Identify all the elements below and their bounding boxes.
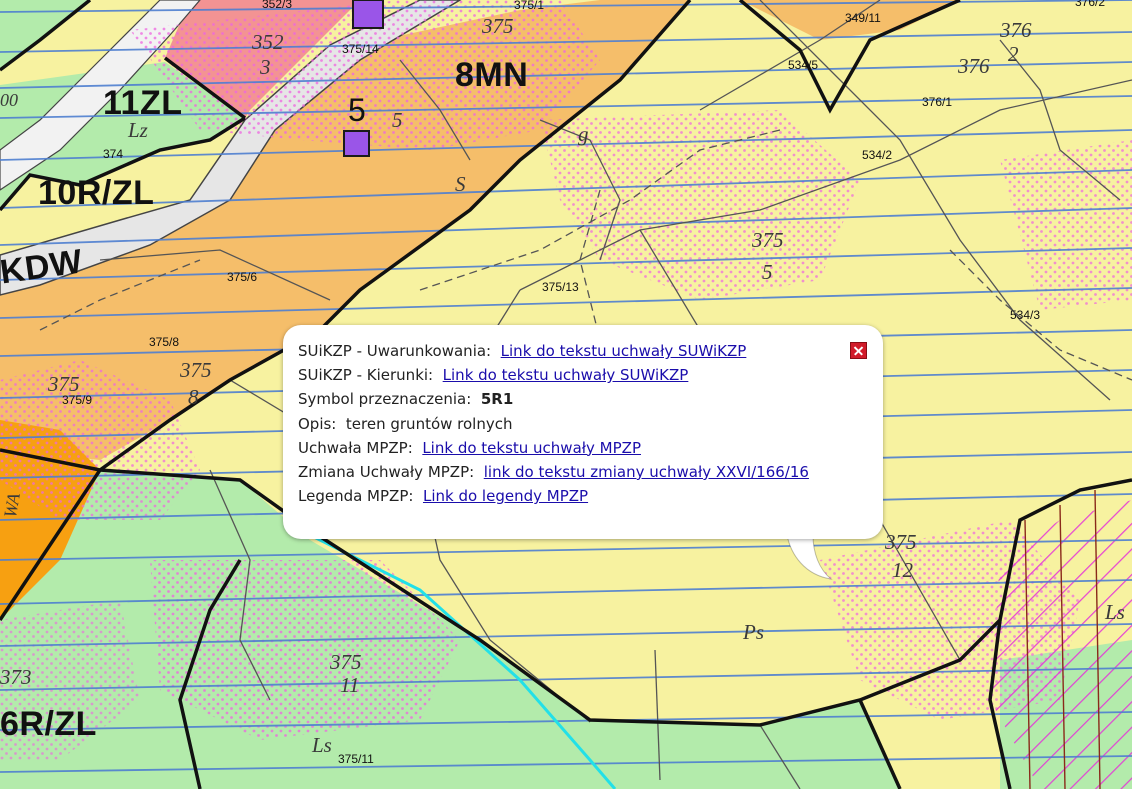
marker-square — [343, 130, 370, 157]
hand-ls-right: Ls — [1105, 600, 1125, 624]
hand-5-b: 5 — [762, 260, 773, 284]
row-label: SUiKZP - Kierunki: — [298, 366, 434, 385]
hand-375-12: 375 — [885, 530, 917, 554]
parcel-375-8: 375/8 — [149, 335, 180, 349]
parcel-375-13: 375/13 — [542, 280, 579, 294]
link-legenda[interactable]: Link do legendy MPZP — [423, 487, 588, 505]
row-uwarunkowania: SUiKZP - Uwarunkowania: Link do tekstu u… — [298, 339, 867, 363]
hand-2: 2 — [1008, 42, 1019, 66]
row-uchwala-mpzp: Uchwała MPZP: Link do tekstu uchwały MPZ… — [298, 436, 867, 460]
marker-square-top — [352, 0, 384, 29]
hand-ls: Ls — [312, 733, 332, 757]
hand-375-9: 375 — [48, 372, 80, 396]
row-label: Zmiana Uchwały MPZP: — [298, 462, 475, 481]
hand-wa: WA — [0, 491, 24, 520]
zone-label-6rzl: 6R/ZL — [0, 705, 97, 743]
parcel-375-6: 375/6 — [227, 270, 258, 284]
parcel-534-3: 534/3 — [1010, 308, 1041, 322]
link-uchwala-mpzp[interactable]: Link do tekstu uchwały MPZP — [422, 439, 641, 457]
hand-376-2: 376 — [1000, 18, 1032, 42]
parcel-375-11: 375/11 — [338, 752, 374, 766]
hand-352: 352 — [252, 30, 284, 54]
link-zmiana-uchwaly[interactable]: link do tekstu zmiany uchwały XXVI/166/1… — [484, 463, 809, 481]
row-kierunki: SUiKZP - Kierunki: Link do tekstu uchwał… — [298, 363, 867, 387]
parcel-374: 374 — [103, 147, 124, 161]
parcel-375-1: 375/1 — [514, 0, 545, 12]
parcel-534-2: 534/2 — [862, 148, 893, 162]
hand-ps: Ps — [743, 620, 764, 644]
hand-00: 00 — [0, 90, 18, 110]
row-opis: Opis: teren gruntów rolnych — [298, 412, 867, 436]
marker-label-5: 5 — [348, 92, 367, 128]
hand-s: S — [455, 172, 466, 196]
symbol-value: 5R1 — [480, 390, 514, 409]
row-label: Legenda MPZP: — [298, 487, 414, 506]
parcel-352-3: 352/3 — [262, 0, 293, 11]
row-zmiana-uchwaly: Zmiana Uchwały MPZP: link do tekstu zmia… — [298, 460, 867, 484]
description-value: teren gruntów rolnych — [345, 414, 513, 433]
zone-label-10rzl: 10R/ZL — [38, 174, 155, 212]
row-label: Opis: — [298, 414, 337, 433]
hand-lz: Lz — [128, 118, 148, 142]
hand-12: 12 — [892, 558, 913, 582]
parcel-534-5: 534/5 — [788, 58, 819, 72]
info-popup: SUiKZP - Uwarunkowania: Link do tekstu u… — [283, 325, 883, 539]
hand-375-top: 375 — [482, 14, 514, 38]
row-symbol: Symbol przeznaczenia: 5R1 — [298, 387, 867, 411]
row-legenda: Legenda MPZP: Link do legendy MPZP — [298, 484, 867, 508]
row-label: Uchwała MPZP: — [298, 438, 413, 457]
parcel-376-2: 376/2 — [1075, 0, 1106, 9]
hand-376: 376 — [958, 54, 990, 78]
hand-375-8: 375 — [180, 358, 212, 382]
hand-3: 3 — [260, 55, 271, 79]
row-label: SUiKZP - Uwarunkowania: — [298, 342, 492, 360]
link-kierunki[interactable]: Link do tekstu uchwały SUWiKZP — [443, 366, 689, 384]
hand-8: 8 — [188, 385, 199, 409]
close-icon[interactable] — [850, 342, 867, 359]
row-label: Symbol przeznaczenia: — [298, 390, 472, 409]
parcel-375-14: 375/14 — [342, 42, 379, 56]
link-uwarunkowania[interactable]: Link do tekstu uchwały SUWiKZP — [501, 342, 747, 360]
hand-5: 5 — [392, 108, 403, 132]
hand-g: g — [578, 122, 589, 146]
hand-375-11: 375 — [330, 650, 362, 674]
hand-373: 373 — [0, 665, 32, 689]
parcel-376-1: 376/1 — [922, 95, 953, 109]
hand-375-5: 375 — [752, 228, 784, 252]
parcel-349-11: 349/11 — [845, 11, 881, 25]
zone-label-8mn: 8MN — [455, 56, 529, 94]
popup-tail — [785, 535, 833, 580]
hand-11: 11 — [340, 673, 360, 697]
